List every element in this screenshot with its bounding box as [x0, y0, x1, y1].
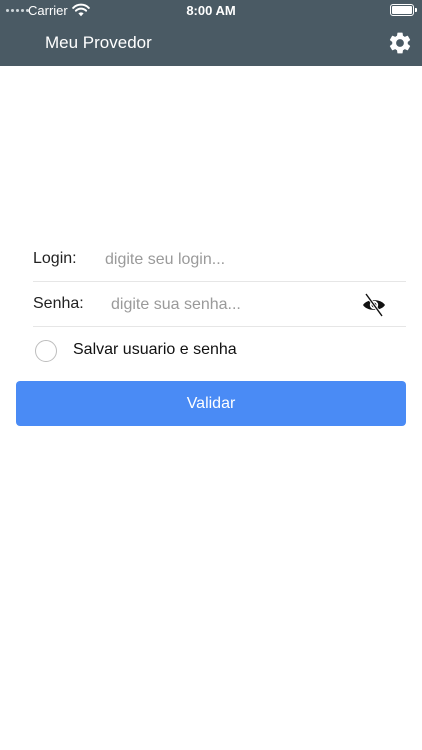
password-row: Senha:	[33, 282, 406, 327]
login-form: Login: Senha: Salvar usuario e senha	[33, 237, 406, 373]
page-title: Meu Provedor	[45, 33, 152, 52]
password-label: Senha:	[33, 295, 84, 312]
app-header: Carrier 8:00 AM Meu Provedor	[0, 0, 422, 66]
login-label: Login:	[33, 250, 77, 267]
remember-radio[interactable]	[35, 340, 57, 362]
validate-button[interactable]: Validar	[16, 381, 406, 426]
status-time: 8:00 AM	[186, 3, 236, 18]
gear-icon[interactable]	[387, 30, 413, 56]
login-input[interactable]	[105, 247, 395, 273]
eye-slash-icon[interactable]	[361, 292, 387, 318]
remember-row[interactable]: Salvar usuario e senha	[33, 327, 406, 373]
password-input[interactable]	[111, 292, 351, 318]
login-row: Login:	[33, 237, 406, 282]
remember-label: Salvar usuario e senha	[73, 341, 237, 358]
status-bar: Carrier 8:00 AM	[0, 0, 422, 22]
battery-icon	[390, 4, 417, 16]
